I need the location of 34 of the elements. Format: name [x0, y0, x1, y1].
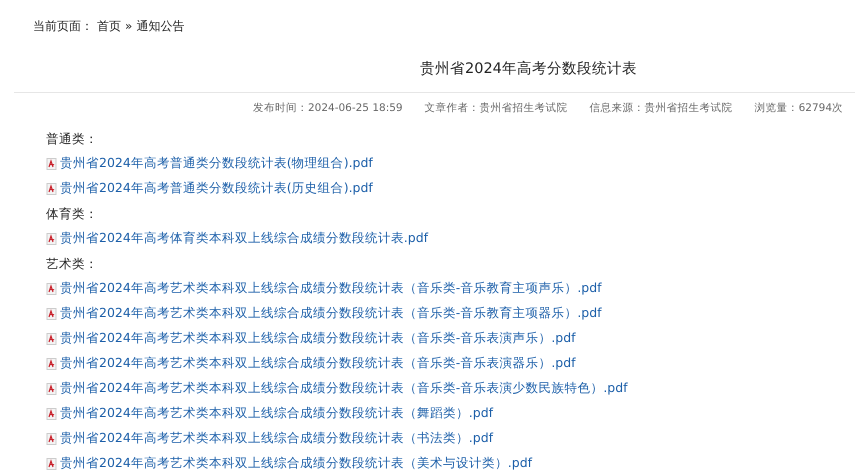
section-heading: 艺术类：	[46, 255, 99, 273]
file-link[interactable]: 贵州省2024年高考艺术类本科双上线综合成绩分数段统计表（音乐类-音乐表演声乐）.pdf	[60, 330, 576, 347]
breadcrumb-link[interactable]: 通知公告	[136, 18, 184, 34]
article-title: 贵州省2024年高考分数段统计表	[419, 60, 638, 79]
pdf-icon	[46, 382, 57, 394]
pdf-icon	[46, 158, 57, 170]
section-heading: 普通类：	[46, 130, 99, 148]
pdf-icon	[46, 308, 57, 320]
file-link[interactable]: 贵州省2024年高考体育类本科双上线综合成绩分数段统计表.pdf	[60, 230, 428, 247]
pdf-icon	[46, 458, 57, 470]
file-link[interactable]: 贵州省2024年高考艺术类本科双上线综合成绩分数段统计表（音乐类-音乐表演少数民族特色）.pdf	[60, 380, 628, 397]
article-meta: 信息来源：贵州省招生考试院	[590, 101, 733, 116]
pdf-icon	[46, 232, 57, 244]
article-meta: 发布时间：2024-06-25 18:59	[252, 101, 403, 116]
pdf-icon	[46, 332, 57, 344]
file-link[interactable]: 贵州省2024年高考艺术类本科双上线综合成绩分数段统计表（音乐类-音乐教育主项声乐）.pdf	[60, 280, 602, 297]
article-meta: 浏览量：62794次	[754, 101, 843, 116]
breadcrumb-separator: »	[125, 19, 132, 33]
file-link[interactable]: 贵州省2024年高考普通类分数段统计表(物理组合).pdf	[60, 155, 373, 172]
section-heading: 体育类：	[46, 205, 99, 223]
file-link[interactable]: 贵州省2024年高考艺术类本科双上线综合成绩分数段统计表（音乐类-音乐教育主项器乐）.pdf	[60, 305, 602, 322]
file-link[interactable]: 贵州省2024年高考艺术类本科双上线综合成绩分数段统计表（美术与设计类）.pdf	[60, 455, 532, 472]
file-link[interactable]: 贵州省2024年高考普通类分数段统计表(历史组合).pdf	[60, 180, 373, 197]
breadcrumb-link[interactable]: 首页	[97, 18, 121, 34]
pdf-icon	[46, 358, 57, 370]
file-link[interactable]: 贵州省2024年高考艺术类本科双上线综合成绩分数段统计表（音乐类-音乐表演器乐）.pdf	[60, 355, 576, 372]
pdf-icon	[46, 282, 57, 294]
file-link[interactable]: 贵州省2024年高考艺术类本科双上线综合成绩分数段统计表（舞蹈类）.pdf	[60, 405, 494, 422]
pdf-icon	[46, 432, 57, 444]
pdf-icon	[46, 182, 57, 194]
breadcrumb-label: 当前页面：	[33, 18, 93, 34]
article-meta: 文章作者：贵州省招生考试院	[424, 101, 568, 116]
pdf-icon	[46, 408, 57, 420]
file-link[interactable]: 贵州省2024年高考艺术类本科双上线综合成绩分数段统计表（书法类）.pdf	[60, 430, 494, 447]
